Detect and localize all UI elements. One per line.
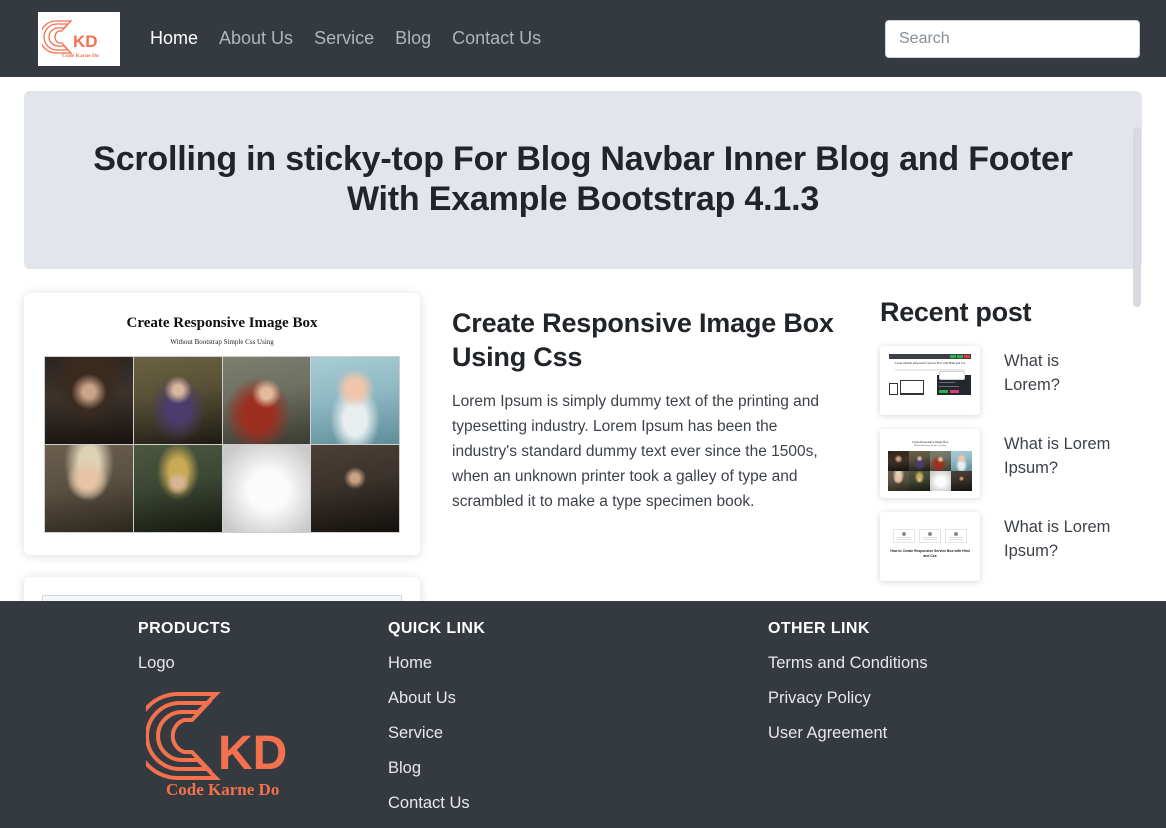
site-footer: PRODUCTS Logo KD Code Karne Do QUICK LIN… xyxy=(0,601,1166,828)
footer-link-terms-and-conditions[interactable]: Terms and Conditions xyxy=(768,654,1166,673)
footer-link-contact-us[interactable]: Contact Us xyxy=(388,794,760,813)
recent-post-thumbnail-2: Create Responsive Image Box Without Boot… xyxy=(880,429,980,498)
artwork-tile xyxy=(133,445,222,532)
footer-column-other-link: OTHER LINK Terms and Conditions Privacy … xyxy=(760,620,1166,828)
svg-text:KD: KD xyxy=(73,32,98,51)
article-card[interactable]: Create Responsive Image Box Without Boot… xyxy=(24,293,420,555)
hero-banner: Scrolling in sticky-top For Blog Navbar … xyxy=(24,91,1142,269)
thumb3-caption: How to Create Responsive Service Box wit… xyxy=(890,549,970,558)
footer-heading-other-link: OTHER LINK xyxy=(768,620,870,637)
card-artwork-subtitle: Without Bootstrap Simple Css Using xyxy=(170,338,274,346)
card-artwork-title: Create Responsive Image Box xyxy=(126,315,318,331)
nav-item: About Us xyxy=(219,28,293,49)
footer-logo: KD Code Karne Do xyxy=(138,689,380,805)
page-root: KD Code Karne Do Home About Us Service B… xyxy=(0,0,1166,828)
nav-link-about-us[interactable]: About Us xyxy=(219,28,293,48)
recent-post-label: What is Lorem? xyxy=(1004,352,1060,394)
thumb1-title: Create Mobile Responsive Service Box wit… xyxy=(894,361,966,365)
card-artwork-image-grid xyxy=(44,356,400,533)
page-title: Scrolling in sticky-top For Blog Navbar … xyxy=(93,140,1073,218)
footer-link-home[interactable]: Home xyxy=(388,654,760,673)
svg-text:KD: KD xyxy=(218,727,287,780)
list-item[interactable]: Create Responsive Image Box Without Boot… xyxy=(880,429,1142,498)
artwork-tile xyxy=(311,357,399,444)
footer-link-service[interactable]: Service xyxy=(388,724,760,743)
article-heading: Create Responsive Image Box Using Css xyxy=(452,308,834,372)
nav-link-contact-us[interactable]: Contact Us xyxy=(452,28,541,48)
artwork-tile xyxy=(222,357,311,444)
footer-column-products: PRODUCTS Logo KD Code Karne Do xyxy=(0,620,380,828)
artwork-tile xyxy=(133,357,222,444)
recent-post-label: What is Lorem Ipsum? xyxy=(1004,435,1111,477)
footer-link-about-us[interactable]: About Us xyxy=(388,689,760,708)
footer-link-user-agreement[interactable]: User Agreement xyxy=(768,724,1166,743)
footer-link-logo[interactable]: Logo xyxy=(138,654,380,673)
nav-item: Service xyxy=(314,28,374,49)
top-navbar: KD Code Karne Do Home About Us Service B… xyxy=(0,0,1166,77)
recent-post-thumbnail-1: Create Mobile Responsive Service Box wit… xyxy=(880,346,980,415)
thumb2-title: Create Responsive Image Box xyxy=(911,440,949,444)
footer-column-quick-link: QUICK LINK Home About Us Service Blog Co… xyxy=(380,620,760,828)
nav-link-home[interactable]: Home xyxy=(150,28,198,48)
search-container xyxy=(885,19,1140,58)
artwork-tile xyxy=(222,445,311,532)
thumb2-subtitle: Without Bootstrap Simple Css Using xyxy=(913,445,947,447)
nav-links: Home About Us Service Blog Contact Us xyxy=(150,28,541,49)
footer-heading-quick-link: QUICK LINK xyxy=(388,620,486,637)
nav-link-blog[interactable]: Blog xyxy=(395,28,431,48)
recent-post-label: What is Lorem Ipsum? xyxy=(1004,518,1111,560)
nav-item: Home xyxy=(150,28,198,49)
ckd-logo-icon: KD Code Karne Do xyxy=(146,692,287,799)
nav-item: Contact Us xyxy=(452,28,541,49)
footer-link-privacy-policy[interactable]: Privacy Policy xyxy=(768,689,1166,708)
artwork-tile xyxy=(45,357,133,444)
artwork-tile xyxy=(45,445,133,532)
recent-post-thumbnail-3: How to Create Responsive Service Box wit… xyxy=(880,512,980,581)
hero-scrollbar[interactable] xyxy=(1133,127,1141,307)
footer-heading-products: PRODUCTS xyxy=(138,620,231,637)
footer-link-blog[interactable]: Blog xyxy=(388,759,760,778)
search-input[interactable] xyxy=(885,19,1140,58)
article-card-artwork: Create Responsive Image Box Without Boot… xyxy=(24,293,420,555)
ckd-logo-icon: KD Code Karne Do xyxy=(42,19,99,59)
article-paragraph: Lorem Ipsum is simply dummy text of the … xyxy=(452,392,819,510)
artwork-tile xyxy=(311,445,399,532)
list-item[interactable]: How to Create Responsive Service Box wit… xyxy=(880,512,1142,581)
nav-link-service[interactable]: Service xyxy=(314,28,374,48)
svg-text:Code Karne Do: Code Karne Do xyxy=(62,53,99,59)
brand-logo-link[interactable]: KD Code Karne Do xyxy=(38,11,120,66)
nav-item: Blog xyxy=(395,28,431,49)
list-item[interactable]: Create Mobile Responsive Service Box wit… xyxy=(880,346,1142,415)
recent-post-heading: Recent post xyxy=(880,297,1032,327)
svg-text:Code Karne Do: Code Karne Do xyxy=(166,780,279,799)
